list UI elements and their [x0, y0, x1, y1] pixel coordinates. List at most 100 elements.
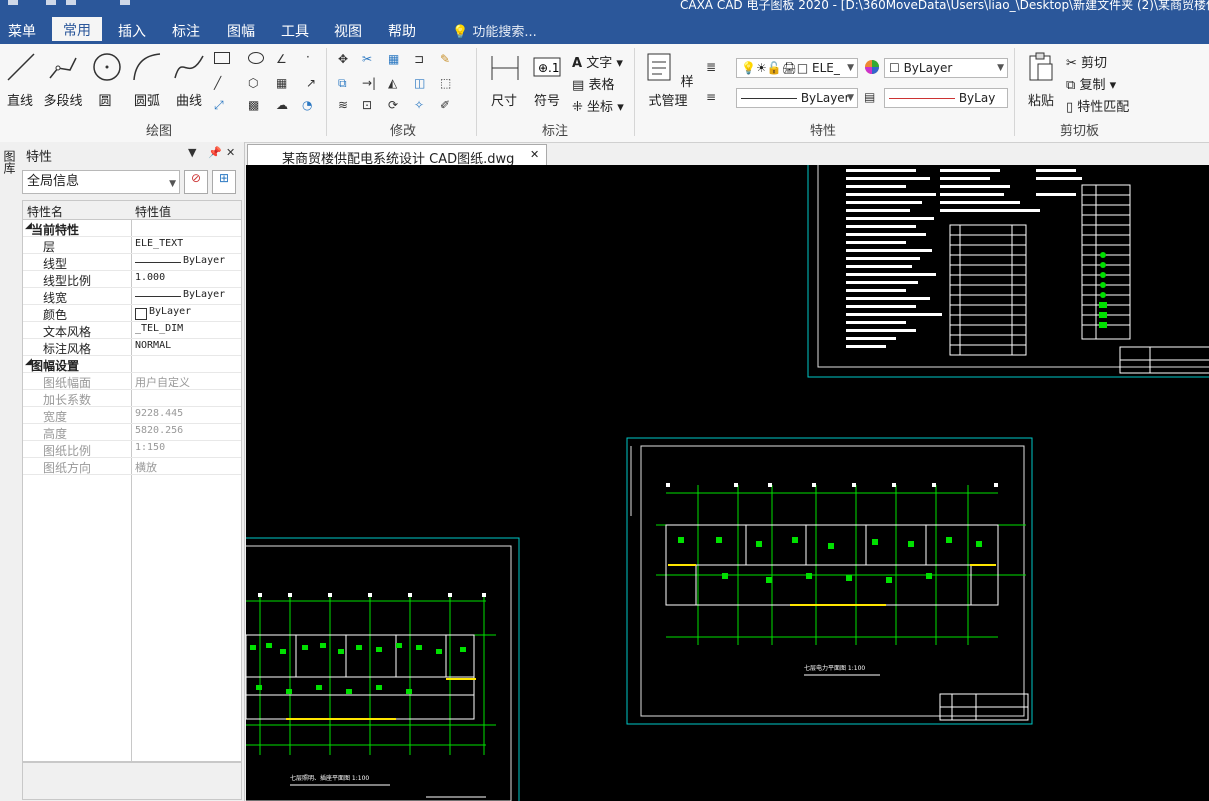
- tab-annotate[interactable]: 标注: [172, 21, 200, 41]
- table-icon: ▤: [572, 78, 585, 93]
- tab-view[interactable]: 视图: [334, 21, 362, 41]
- prop-row[interactable]: 线型比例 1.000: [23, 271, 241, 288]
- point-icon[interactable]: ·: [306, 50, 324, 68]
- polygon-icon[interactable]: ⬡: [248, 76, 266, 94]
- prop-group-label: 特性: [810, 124, 837, 139]
- line-button[interactable]: 直线: [4, 50, 36, 109]
- category-current[interactable]: 当前特性 ◢: [23, 220, 241, 237]
- copy-object-icon[interactable]: ⧉: [338, 76, 356, 94]
- menu-main[interactable]: 菜单: [8, 21, 36, 41]
- parallel-icon[interactable]: ╱: [214, 76, 232, 94]
- feature-search[interactable]: 💡 功能搜索...: [452, 21, 537, 40]
- library-tab[interactable]: 图库: [2, 150, 16, 174]
- angle-line-icon[interactable]: ∠: [276, 52, 294, 70]
- circle-button[interactable]: 圆: [90, 50, 121, 109]
- cut-button[interactable]: ✂ 剪切: [1066, 52, 1107, 71]
- line-sample: [135, 296, 181, 297]
- group-icon[interactable]: ⬚: [440, 76, 458, 94]
- prop-row[interactable]: 线宽 ByLayer: [23, 288, 241, 305]
- legend-sheet: [807, 165, 1209, 378]
- tab-sheet[interactable]: 图幅: [227, 21, 255, 41]
- array-icon[interactable]: ▦: [388, 52, 406, 70]
- mirror-icon[interactable]: ◭: [388, 76, 406, 94]
- curve-icon: [174, 55, 204, 79]
- cloud-icon[interactable]: ☁: [276, 98, 294, 116]
- layer-select[interactable]: 💡☀🔓🖨□ ELE_ ▼: [736, 58, 858, 78]
- print-icon[interactable]: [120, 0, 130, 5]
- prop-row[interactable]: 颜色 ByLayer: [23, 305, 241, 322]
- rotate-icon[interactable]: ⟳: [388, 98, 406, 116]
- prop-row[interactable]: 宽度 9228.445: [23, 407, 241, 424]
- plan-label-left: 七层照明、插座平面图 1:100: [290, 774, 369, 782]
- prop-row[interactable]: 图纸比例 1:150: [23, 441, 241, 458]
- explode-icon[interactable]: ✧: [414, 98, 432, 116]
- tab-insert[interactable]: 插入: [118, 21, 146, 41]
- copy-button[interactable]: ⧉ 复制 ▾: [1066, 74, 1116, 93]
- save-icon[interactable]: [8, 0, 18, 5]
- draw-group-label: 绘图: [146, 124, 173, 139]
- pie-icon[interactable]: ◔: [302, 98, 320, 116]
- curve-button[interactable]: 曲线: [172, 50, 206, 109]
- redo-icon[interactable]: [66, 0, 76, 5]
- close-tab-icon[interactable]: ✕: [530, 148, 539, 161]
- drawing-canvas[interactable]: 七层电力平面图 1:100 七层照明、插座平面图 1:100: [246, 165, 1209, 801]
- arrow-icon[interactable]: ↗: [306, 76, 324, 94]
- stretch-icon[interactable]: ⊡: [362, 98, 380, 116]
- ellipse-icon[interactable]: [248, 52, 264, 64]
- tab-help[interactable]: 帮助: [388, 21, 416, 41]
- prop-row[interactable]: 文本风格 _TEL_DIM: [23, 322, 241, 339]
- tab-tools[interactable]: 工具: [281, 21, 309, 41]
- color-select[interactable]: ☐ ByLayer ▼: [884, 58, 1008, 78]
- linetype-select[interactable]: ByLayer ▼: [736, 88, 858, 108]
- pin-icon[interactable]: 📌: [208, 146, 222, 159]
- prop-row[interactable]: 层 ELE_TEXT: [23, 237, 241, 254]
- eraser-icon[interactable]: ✎: [440, 52, 458, 70]
- prop-row[interactable]: 高度 5820.256: [23, 424, 241, 441]
- scale-icon[interactable]: ◫: [414, 76, 432, 94]
- move-icon[interactable]: ✥: [338, 52, 356, 70]
- fill-icon[interactable]: ▩: [248, 98, 266, 116]
- extend-icon[interactable]: →|: [362, 76, 380, 94]
- prop-row[interactable]: 加长系数: [23, 390, 241, 407]
- quick-select-icon[interactable]: ⊞: [212, 170, 236, 194]
- tab-common[interactable]: 常用: [52, 17, 102, 41]
- symbol-button[interactable]: ⊕.1 符号: [530, 50, 564, 109]
- chevron-down-icon: ▼: [847, 63, 854, 73]
- trim-icon[interactable]: ✂: [362, 52, 380, 70]
- prop-row[interactable]: 标注风格 NORMAL: [23, 339, 241, 356]
- prop-row[interactable]: 线型 ByLayer: [23, 254, 241, 271]
- centerline-icon[interactable]: ⤢: [214, 98, 232, 116]
- polyline-button[interactable]: 多段线: [42, 50, 84, 109]
- hatch-icon[interactable]: ▦: [276, 76, 294, 94]
- prop-row[interactable]: 图纸方向 横放: [23, 458, 241, 475]
- coordinate-icon: ⁜: [572, 100, 583, 115]
- match-properties-button[interactable]: ▯ 特性匹配: [1066, 96, 1129, 115]
- table-button[interactable]: ▤ 表格: [572, 74, 614, 93]
- rectangle-icon[interactable]: [214, 52, 230, 64]
- dimension-icon: [491, 56, 519, 80]
- text-button[interactable]: A 文字 ▾: [572, 52, 623, 71]
- style-manager-button[interactable]: 样式管理: [640, 50, 696, 109]
- offset-icon[interactable]: ≋: [338, 98, 356, 116]
- linetype-list-icon[interactable]: ≡: [706, 90, 724, 108]
- lineweight-icon[interactable]: ▤: [864, 90, 882, 108]
- dimension-button[interactable]: 尺寸: [488, 50, 520, 109]
- undo-icon[interactable]: [46, 0, 56, 5]
- color-wheel-icon[interactable]: [864, 59, 882, 77]
- arc-button[interactable]: 圆弧: [130, 50, 164, 109]
- prop-row[interactable]: 图纸幅面 用户自定义: [23, 373, 241, 390]
- close-icon[interactable]: ✕: [226, 146, 235, 159]
- break-icon[interactable]: ⊐: [414, 52, 432, 70]
- coordinate-button[interactable]: ⁜ 坐标 ▾: [572, 96, 624, 115]
- category-sheet[interactable]: 图幅设置 ◢: [23, 356, 241, 373]
- description-area: [22, 762, 242, 800]
- edit-icon[interactable]: ✐: [440, 98, 458, 116]
- panel-dropdown-icon[interactable]: ▼: [188, 146, 196, 159]
- deselect-icon[interactable]: ⊘: [184, 170, 208, 194]
- window-title: CAXA CAD 电子图板 2020 - [D:\360MoveData\Use…: [680, 0, 1209, 12]
- lineweight-select[interactable]: ByLay: [884, 88, 1008, 108]
- document-tab[interactable]: 某商贸楼供配电系统设计 CAD图纸.dwg ✕: [247, 144, 547, 167]
- paste-button[interactable]: 粘贴: [1022, 50, 1060, 109]
- object-selector[interactable]: 全局信息 ▼: [22, 170, 180, 194]
- layer-manager-icon[interactable]: ≣: [706, 60, 724, 78]
